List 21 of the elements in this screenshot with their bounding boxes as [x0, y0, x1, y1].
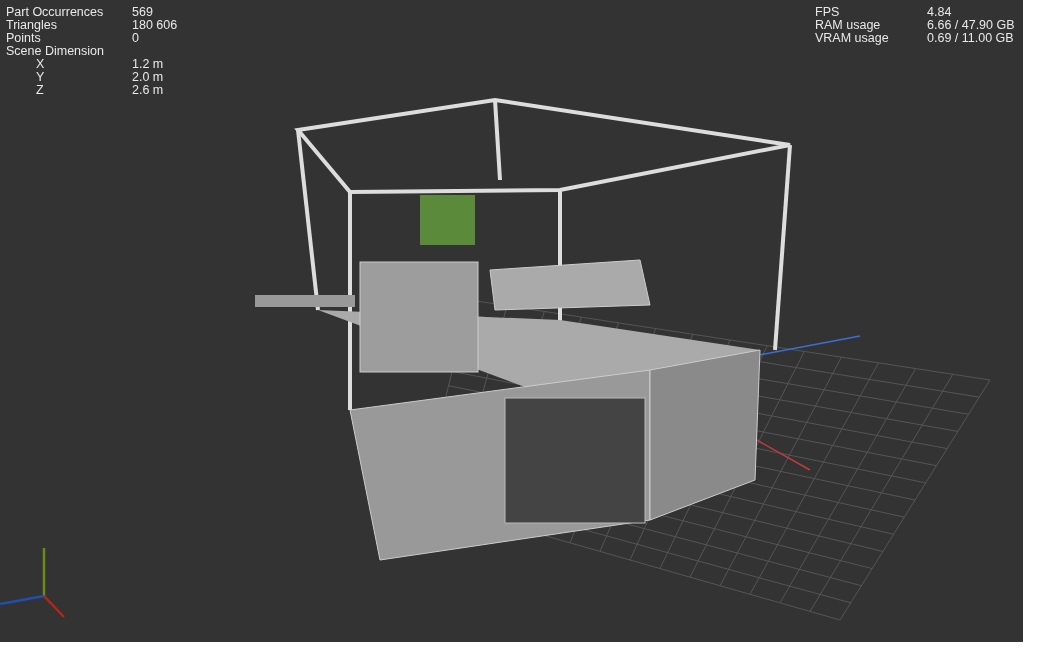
stat-value: 0.69 / 11.00 GB: [927, 32, 1014, 45]
stat-value: 1.2 m: [132, 58, 164, 71]
stat-label: Y: [36, 71, 46, 84]
3d-viewport[interactable]: Part Occurrences 569 Triangles 180 606 Points 0 Scene Dimension X 1.2 m Y 2.0 m Z 2.6 m FPS 4.84 RAM usage 6.66 / 47.90 GB VRAM usage 0.69 / 11.00 GB: [0, 0, 1023, 642]
stat-label: VRAM usage: [815, 32, 890, 45]
stat-label: Part Occurrences: [6, 6, 105, 19]
stat-label: RAM usage: [815, 19, 882, 32]
stat-value: 0: [132, 32, 139, 45]
stat-label: Triangles: [6, 19, 58, 32]
stat-label: X: [36, 58, 46, 71]
axis-gizmo-icon: [0, 546, 68, 620]
stat-value: 180 606: [132, 19, 178, 32]
stat-label: Scene Dimension: [6, 45, 105, 58]
stat-label: Z: [36, 84, 45, 97]
stat-value: 569: [132, 6, 153, 19]
stat-value: 2.6 m: [132, 84, 164, 97]
stat-value: 6.66 / 47.90 GB: [927, 19, 1015, 32]
stat-value: 4.84: [927, 6, 952, 19]
stat-value: 2.0 m: [132, 71, 164, 84]
stat-label: FPS: [815, 6, 841, 19]
stat-label: Points: [6, 32, 41, 45]
